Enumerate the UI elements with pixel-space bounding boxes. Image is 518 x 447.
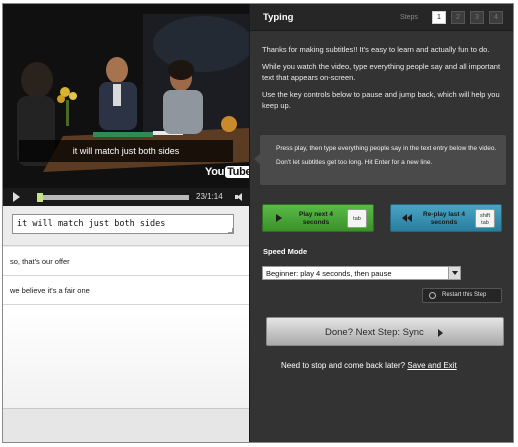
progress-track[interactable] bbox=[37, 195, 189, 200]
play-icon bbox=[276, 214, 282, 222]
intro-paragraph: Use the key controls below to pause and … bbox=[262, 90, 500, 110]
save-prompt-text: Need to stop and come back later? bbox=[281, 361, 406, 370]
intro-paragraph: Thanks for making subtitles!! It's easy … bbox=[262, 45, 490, 54]
youtube-logo: You Tube bbox=[205, 166, 249, 182]
instructions-panel: Typing Steps 1 2 3 4 Thanks for making s… bbox=[249, 4, 513, 442]
play-icon[interactable] bbox=[13, 192, 20, 202]
steps-label: Steps bbox=[400, 14, 418, 21]
play-next-button[interactable]: Play next 4 seconds tab bbox=[262, 204, 374, 232]
restart-icon bbox=[429, 292, 436, 299]
subtitle-list: so, that's our offer we believe it's a f… bbox=[3, 247, 249, 442]
progress-handle[interactable] bbox=[37, 193, 43, 202]
restart-step-button[interactable]: Restart this Step bbox=[422, 288, 502, 303]
hint-tip-text: Don't let subtitles get too long. Hit En… bbox=[276, 158, 433, 166]
video-caption-overlay: it will match just both sides bbox=[19, 140, 233, 162]
replay-last-label-line2: seconds bbox=[430, 219, 458, 226]
resize-grip-icon[interactable] bbox=[228, 228, 233, 233]
youtube-logo-tube: Tube bbox=[225, 166, 249, 178]
arrow-right-icon bbox=[438, 329, 443, 337]
tab-key-icon: tab bbox=[347, 209, 367, 228]
subtitle-list-footer bbox=[3, 408, 249, 442]
subtitle-input[interactable] bbox=[12, 214, 234, 234]
tab-key-label: tab bbox=[481, 220, 489, 226]
restart-step-label: Restart this Step bbox=[442, 292, 487, 298]
volume-icon[interactable] bbox=[235, 193, 245, 202]
replay-last-label-line1: Re-play last 4 bbox=[423, 211, 465, 218]
save-and-exit-link[interactable]: Save and Exit bbox=[407, 361, 456, 370]
subtitle-list-item[interactable]: so, that's our offer bbox=[3, 247, 249, 276]
next-step-button[interactable]: Done? Next Step: Sync bbox=[266, 317, 504, 346]
video-controls: 23/1:14 bbox=[3, 188, 249, 206]
step-3: 3 bbox=[470, 11, 484, 24]
video-column: it will match just both sides You Tube 23… bbox=[3, 4, 249, 442]
intro-text: Thanks for making subtitles!! It's easy … bbox=[262, 44, 506, 117]
speed-mode-label: Speed Mode bbox=[263, 247, 308, 256]
time-readout: 23/1:14 bbox=[196, 192, 223, 201]
subtitle-entry-area bbox=[3, 206, 249, 246]
step-2: 2 bbox=[451, 11, 465, 24]
chevron-down-icon bbox=[448, 267, 460, 279]
hint-main-text: Press play, then type everything people … bbox=[276, 145, 497, 152]
replay-last-button[interactable]: Re-play last 4 seconds shift tab bbox=[390, 204, 502, 232]
play-next-label-line1: Play next 4 bbox=[299, 211, 333, 218]
replay-last-label: Re-play last 4 seconds bbox=[416, 211, 472, 227]
step-1: 1 bbox=[432, 11, 446, 24]
play-next-label-line2: seconds bbox=[302, 219, 330, 226]
next-step-label: Done? Next Step: Sync bbox=[325, 327, 424, 338]
intro-paragraph: While you watch the video, type everythi… bbox=[262, 62, 501, 82]
subtitle-list-item[interactable]: we believe it's a fair one bbox=[3, 276, 249, 305]
play-next-label: Play next 4 seconds bbox=[288, 211, 344, 227]
speed-mode-select[interactable]: Beginner: play 4 seconds, then pause bbox=[262, 266, 461, 280]
youtube-logo-you: You bbox=[205, 166, 225, 178]
speed-mode-value: Beginner: play 4 seconds, then pause bbox=[266, 269, 392, 278]
shift-tab-key-icon: shift tab bbox=[475, 209, 495, 228]
panel-title: Typing bbox=[263, 12, 294, 23]
hint-box: Press play, then type everything people … bbox=[260, 135, 506, 185]
save-prompt: Need to stop and come back later? Save a… bbox=[281, 361, 457, 370]
rewind-icon bbox=[402, 214, 414, 222]
step-4: 4 bbox=[489, 11, 503, 24]
video-player[interactable]: it will match just both sides You Tube bbox=[3, 4, 249, 188]
panel-header: Typing Steps 1 2 3 4 bbox=[250, 4, 513, 31]
shift-key-label: shift bbox=[479, 213, 491, 219]
subtitle-list-empty-space bbox=[3, 305, 249, 408]
subtitle-editor-window: it will match just both sides You Tube 23… bbox=[2, 3, 514, 443]
